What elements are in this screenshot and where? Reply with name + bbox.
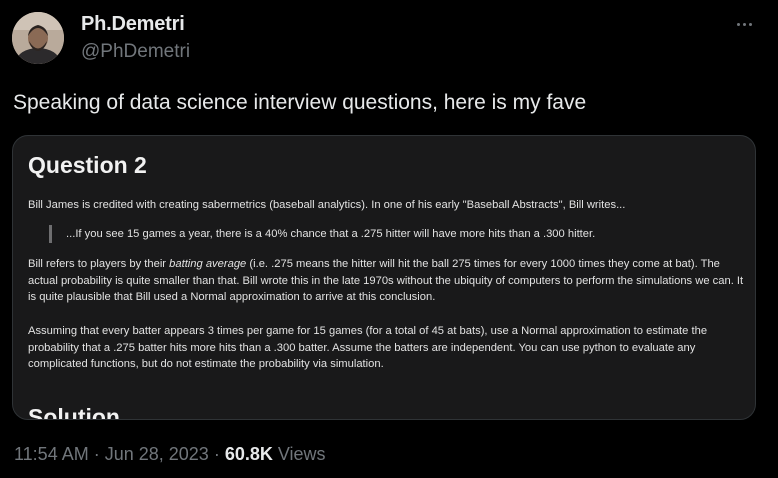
- blockquote-text: ...If you see 15 games a year, there is …: [66, 228, 596, 240]
- paragraph-2-start: Bill refers to players by their: [28, 258, 170, 270]
- more-horizontal-icon: [748, 22, 752, 26]
- solution-heading: Solution: [28, 404, 120, 420]
- question-paragraph-2: Bill refers to players by their batting …: [28, 256, 748, 306]
- tweet-metadata: 11:54 AM · Jun 28, 2023 · 60.8K Views: [14, 444, 326, 465]
- tweet-time[interactable]: 11:54 AM: [14, 444, 89, 464]
- more-horizontal-icon: [736, 22, 740, 26]
- tweet-date[interactable]: Jun 28, 2023: [105, 444, 209, 464]
- meta-separator: ·: [88, 444, 105, 464]
- question-paragraph-1: Bill James is credited with creating sab…: [28, 199, 626, 211]
- views-count[interactable]: 60.8K: [225, 444, 273, 464]
- blockquote-bar: [49, 225, 52, 243]
- avatar[interactable]: [12, 12, 64, 64]
- views-label: Views: [272, 444, 326, 464]
- author-display-name[interactable]: Ph.Demetri: [81, 13, 185, 36]
- tweet-text: Speaking of data science interview quest…: [13, 91, 587, 114]
- avatar-image: [12, 12, 64, 64]
- attached-image-card[interactable]: Question 2 Bill James is credited with c…: [12, 135, 756, 420]
- question-paragraph-3: Assuming that every batter appears 3 tim…: [28, 325, 708, 370]
- question-title: Question 2: [28, 152, 147, 178]
- paragraph-2-emphasis: batting average: [169, 258, 247, 270]
- more-horizontal-icon: [742, 22, 746, 26]
- more-options-button[interactable]: [732, 14, 756, 34]
- meta-separator: ·: [208, 444, 225, 464]
- author-handle[interactable]: @PhDemetri: [81, 41, 190, 63]
